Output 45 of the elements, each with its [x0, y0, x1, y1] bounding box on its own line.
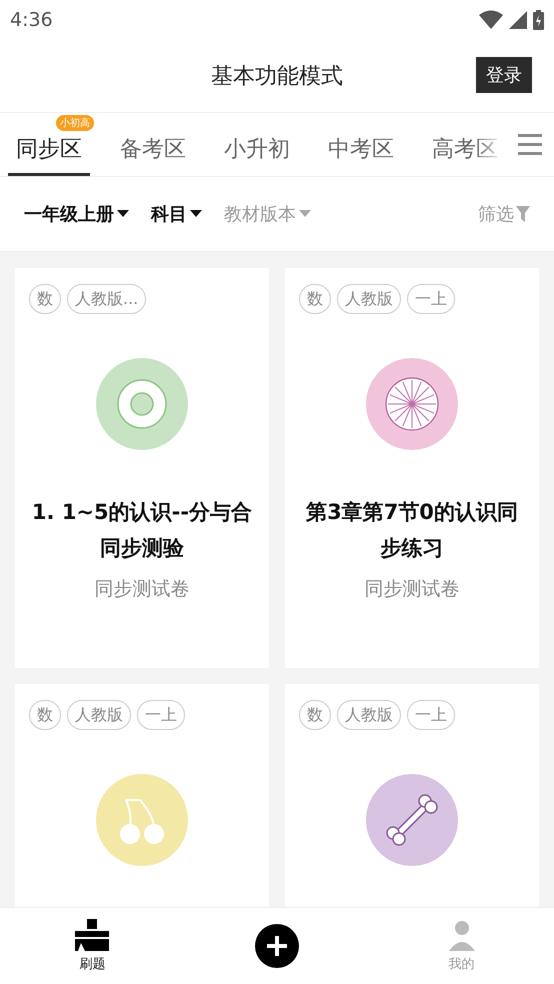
- caret-icon: [117, 210, 129, 218]
- tag: 人教版...: [67, 284, 146, 314]
- caret-icon: [299, 210, 311, 218]
- tag: 数: [29, 700, 61, 730]
- battery-icon: [533, 10, 544, 30]
- card-background[interactable]: 数 人教版 一上: [285, 684, 539, 907]
- filter-dropdown[interactable]: 一年级上册: [24, 202, 129, 226]
- status-time: 4:36: [10, 9, 53, 31]
- tab[interactable]: 高考区: [424, 113, 506, 176]
- bone-icon: [366, 774, 458, 866]
- tab-badge: 小初高: [56, 115, 94, 131]
- wheel-icon: [366, 358, 458, 450]
- tag: 一上: [407, 284, 455, 314]
- caret-icon: [190, 210, 202, 218]
- tab[interactable]: 小初高 同步区: [8, 113, 90, 176]
- tag: 数: [299, 284, 331, 314]
- menu-icon[interactable]: [518, 134, 542, 156]
- login-button[interactable]: 登录: [476, 57, 532, 93]
- tag: 人教版: [67, 700, 131, 730]
- card-subtitle: 同步测试卷: [364, 577, 460, 602]
- tab[interactable]: 中考区: [320, 113, 402, 176]
- page-title: 基本功能模式: [211, 63, 343, 91]
- tag: 一上: [137, 700, 185, 730]
- card-background[interactable]: 数 人教版 一上 第3章第7节0的认识同步练习 同步测试卷: [285, 268, 539, 668]
- card-background[interactable]: 数 人教版 一上: [15, 684, 269, 907]
- tab[interactable]: 小升初: [216, 113, 298, 176]
- tag: 人教版: [337, 284, 401, 314]
- card-title: 1. 1~5的认识--分与合同步测验: [30, 499, 254, 562]
- brush-icon: [75, 919, 110, 951]
- filter-dropdown[interactable]: 科目: [151, 202, 202, 226]
- card-background[interactable]: 数 人教版... 1. 1~5的认识--分与合同步测验 同步测试卷: [15, 268, 269, 668]
- cherry-icon: [96, 774, 188, 866]
- tag: 人教版: [337, 700, 401, 730]
- nav-item[interactable]: 刷题: [0, 908, 185, 984]
- funnel-icon: [516, 206, 530, 222]
- plus-icon: [255, 924, 299, 968]
- tag: 一上: [407, 700, 455, 730]
- card-subtitle: 同步测试卷: [94, 577, 190, 602]
- target-icon: [96, 358, 188, 450]
- tag: 数: [299, 700, 331, 730]
- card-title: 第3章第7节0的认识同步练习: [305, 499, 519, 562]
- tab[interactable]: 备考区: [112, 113, 194, 176]
- wifi-icon: [479, 10, 503, 30]
- signal-icon: [509, 11, 527, 29]
- tag: 数: [29, 284, 61, 314]
